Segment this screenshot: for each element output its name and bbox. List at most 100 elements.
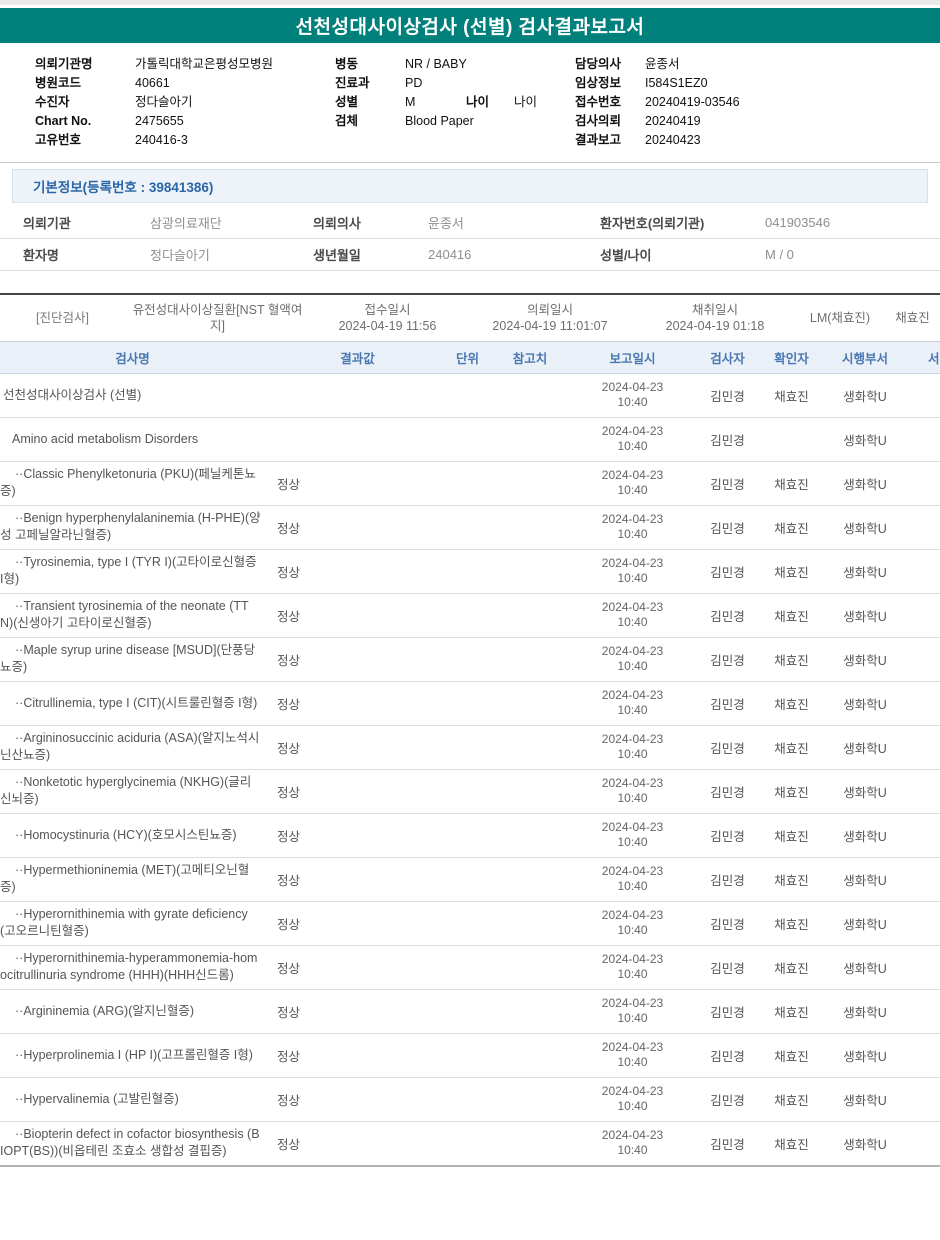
report-time: 10:40 <box>617 835 648 849</box>
report-date: 2024-04-23 <box>601 424 664 438</box>
result-row: ··Biopterin defect in cofactor biosynthe… <box>0 1121 940 1165</box>
result-row: Amino acid metabolism Disorders 2024-04-2… <box>0 417 940 462</box>
tester-name: 김민경 <box>690 417 765 462</box>
report-date: 2024-04-23 <box>601 644 664 658</box>
report-date: 2024-04-23 <box>601 820 664 834</box>
report-time: 10:40 <box>617 1011 648 1025</box>
reference-value <box>485 901 575 946</box>
form-cell <box>912 813 940 858</box>
test-name: ··Maple syrup urine disease [MSUD](단풍당뇨증… <box>0 637 265 682</box>
report-date: 2024-04-23 <box>601 952 664 966</box>
report-date: 2024-04-23 <box>601 776 664 790</box>
field-value: 윤종서 <box>428 216 464 231</box>
form-cell <box>912 417 940 462</box>
unit-value <box>450 1077 485 1122</box>
form-cell <box>912 681 940 726</box>
form-cell <box>912 901 940 946</box>
result-value: 정상 <box>265 989 450 1034</box>
form-cell <box>912 1121 940 1165</box>
result-value: 정상 <box>265 637 450 682</box>
field-value: 가톨릭대학교은평성모병원 <box>135 57 274 71</box>
unit-value <box>450 549 485 594</box>
test-name: ··Biopterin defect in cofactor biosynthe… <box>0 1127 260 1159</box>
reference-value <box>485 769 575 814</box>
form-cell <box>912 373 940 418</box>
report-datetime: 2024-04-23 10:40 <box>575 505 690 550</box>
reference-value <box>485 813 575 858</box>
patient-header: 의뢰기관명 가톨릭대학교은평성모병원 병원코드 40661 수진자 정다슬아기 Chart … <box>0 43 940 162</box>
report-time: 10:40 <box>617 439 648 453</box>
confirmer-name: 채효진 <box>765 681 818 726</box>
performing-dept: 생화학U <box>818 505 912 550</box>
field-label: 접수번호 <box>575 95 622 109</box>
unit-value <box>450 813 485 858</box>
field-label: 나이 <box>466 95 490 109</box>
patient-field-row: 병동 NR / BABY <box>335 55 575 74</box>
report-datetime: 2024-04-23 10:40 <box>575 1033 690 1078</box>
test-name: ··Hypervalinemia (고발린혈증) <box>0 1077 265 1122</box>
result-row: ··Transient tyrosinemia of the neonate (… <box>0 593 940 638</box>
unit-value <box>450 593 485 638</box>
confirmer-name: 채효진 <box>765 373 818 418</box>
unit-value <box>450 945 485 990</box>
report-date: 2024-04-23 <box>601 1084 664 1098</box>
report-time: 10:40 <box>617 571 648 585</box>
diagnosis-cell-line1: [진단검사] <box>36 311 89 325</box>
unit-value <box>450 373 485 418</box>
test-name: ··Hyperprolinemia I (HP I)(고프롤린혈증 I형) <box>0 1033 265 1078</box>
result-value: 정상 <box>265 901 450 946</box>
report-datetime: 2024-04-23 10:40 <box>575 373 690 418</box>
test-name: ··Benign hyperphenylalaninemia (H-PHE)(양… <box>0 505 265 550</box>
unit-value <box>450 901 485 946</box>
field-value: NR / BABY <box>405 57 467 71</box>
report-date: 2024-04-23 <box>601 1040 664 1054</box>
diagnosis-cell: 접수일시 2024-04-19 11:56 <box>310 300 465 336</box>
tester-name: 김민경 <box>690 945 765 990</box>
tester-name: 김민경 <box>690 549 765 594</box>
form-cell <box>912 637 940 682</box>
report-datetime: 2024-04-23 10:40 <box>575 857 690 902</box>
form-cell <box>912 725 940 770</box>
result-row: ··Argininemia (ARG)(알지닌혈증) 정상 2024-04-23 10… <box>0 989 940 1034</box>
report-date: 2024-04-23 <box>601 864 664 878</box>
basic-info-row: 환자명 정다슬아기 생년월일 240416 성별/나이 M / 0 <box>0 239 940 271</box>
report-time: 10:40 <box>617 703 648 717</box>
result-row: ··Benign hyperphenylalaninemia (H-PHE)(양… <box>0 505 940 550</box>
report-time: 10:40 <box>617 967 648 981</box>
report-time: 10:40 <box>617 483 648 497</box>
field-label: 의뢰기관명 <box>35 57 93 71</box>
unit-value <box>450 461 485 506</box>
diagnosis-cell-line1: 채취일시 <box>691 303 738 317</box>
field-label: Chart No. <box>35 114 92 128</box>
test-name: ··Hypermethioninemia (MET)(고메티오닌혈증) <box>0 857 265 902</box>
field-label: 임상정보 <box>575 76 622 90</box>
report-date: 2024-04-23 <box>601 556 664 570</box>
patient-header-col2: 병동 NR / BABY 진료과 PD 성별 M 나이 나이 검체 Blood Paper <box>335 55 575 150</box>
patient-header-col3: 담당의사 윤종서 임상정보 I584S1EZ0 접수번호 20240419-03546 검사… <box>575 55 905 150</box>
test-name: ··Tyrosinemia, type I (TYR I)(고타이로신혈증 I형… <box>0 549 265 594</box>
report-time: 10:40 <box>617 1099 648 1113</box>
confirmer-name: 채효진 <box>765 593 818 638</box>
patient-field-row: 병원코드 40661 <box>35 74 335 93</box>
result-value: 정상 <box>265 945 450 990</box>
result-value: 정상 <box>265 461 450 506</box>
field-label: 담당의사 <box>575 57 622 71</box>
performing-dept: 생화학U <box>818 769 912 814</box>
window-top-strip <box>0 0 940 8</box>
field-value: M / 0 <box>765 247 794 262</box>
unit-value <box>450 725 485 770</box>
field-value: 나이 <box>514 95 538 109</box>
result-value: 정상 <box>265 857 450 902</box>
confirmer-name: 채효진 <box>765 945 818 990</box>
diagnosis-cell: 의뢰일시 2024-04-19 11:01:07 <box>465 300 635 336</box>
patient-field-row: Chart No. 2475655 <box>35 112 335 131</box>
confirmer-name: 채효진 <box>765 901 818 946</box>
confirmer-name: 채효진 <box>765 989 818 1034</box>
field-value: 정다슬아기 <box>135 95 193 109</box>
report-date: 2024-04-23 <box>601 600 664 614</box>
report-date: 2024-04-23 <box>601 688 664 702</box>
unit-value <box>450 417 485 462</box>
form-cell <box>912 505 940 550</box>
result-row: ··Tyrosinemia, type I (TYR I)(고타이로신혈증 I형… <box>0 549 940 594</box>
results-table: 검사명결과값단위참고치보고일시검사자확인자시행부서서식 선천성대사이상검사 (선… <box>0 342 940 1165</box>
